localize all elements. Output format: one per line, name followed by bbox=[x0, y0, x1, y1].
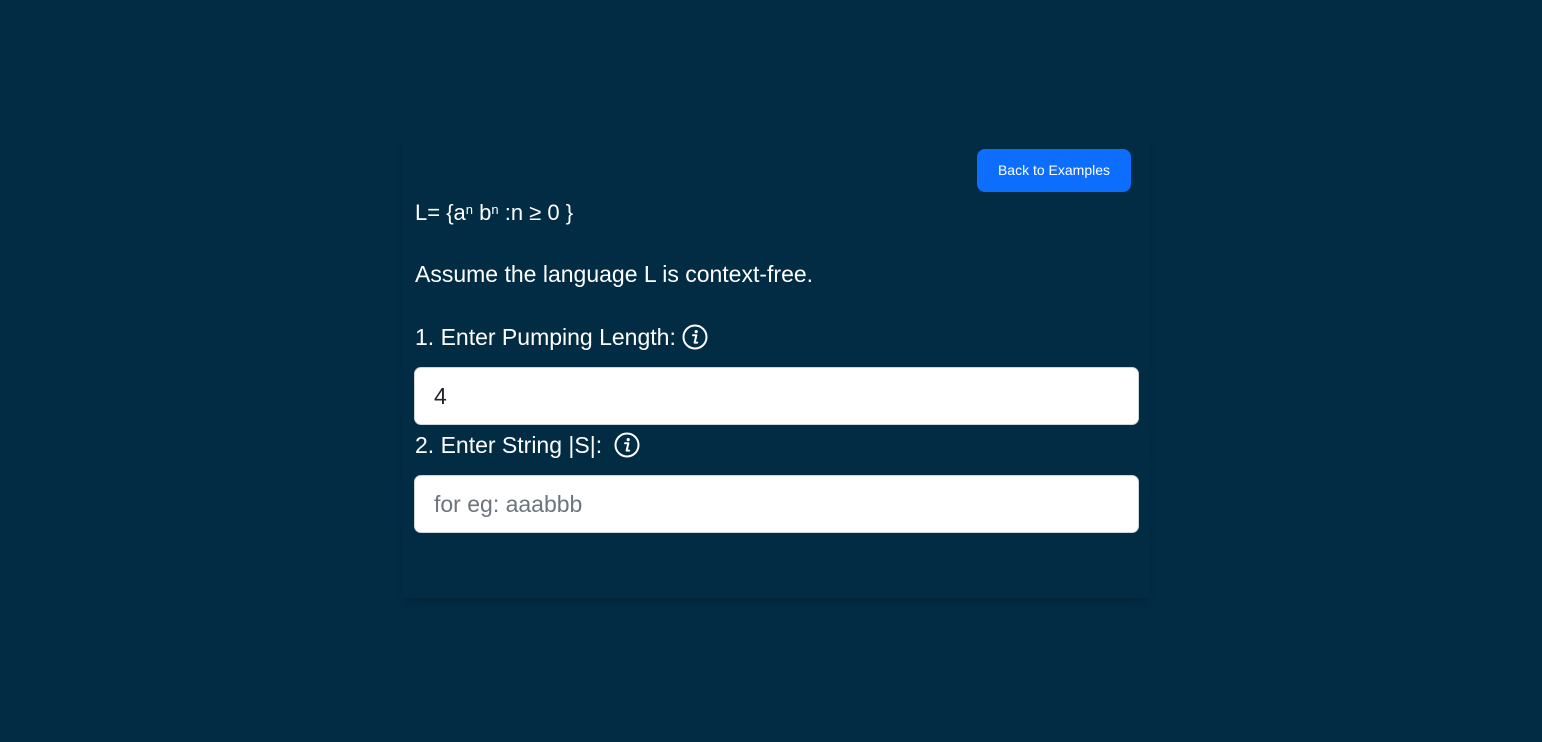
language-prefix: L= {a bbox=[415, 200, 466, 225]
assumption-text: Assume the language L is context-free. bbox=[415, 261, 814, 287]
language-definition: L= {an bn :n ≥ 0 } bbox=[415, 198, 573, 228]
back-to-examples-button[interactable]: Back to Examples bbox=[977, 149, 1131, 192]
string-label: 2. Enter String |S|: bbox=[415, 432, 603, 458]
pumping-length-label: 1. Enter Pumping Length: bbox=[415, 324, 676, 350]
exponent-b: n bbox=[491, 202, 499, 217]
string-label-row: 2. Enter String |S|: bbox=[415, 430, 640, 460]
language-mid: b bbox=[473, 200, 492, 225]
pumping-length-input[interactable] bbox=[414, 367, 1139, 425]
pumping-length-label-row: 1. Enter Pumping Length: bbox=[415, 322, 708, 352]
info-circle-icon[interactable] bbox=[682, 324, 708, 350]
string-input[interactable] bbox=[414, 475, 1139, 533]
language-suffix: :n ≥ 0 } bbox=[498, 200, 574, 225]
exponent-a: n bbox=[465, 202, 474, 217]
info-circle-icon[interactable] bbox=[614, 432, 640, 458]
